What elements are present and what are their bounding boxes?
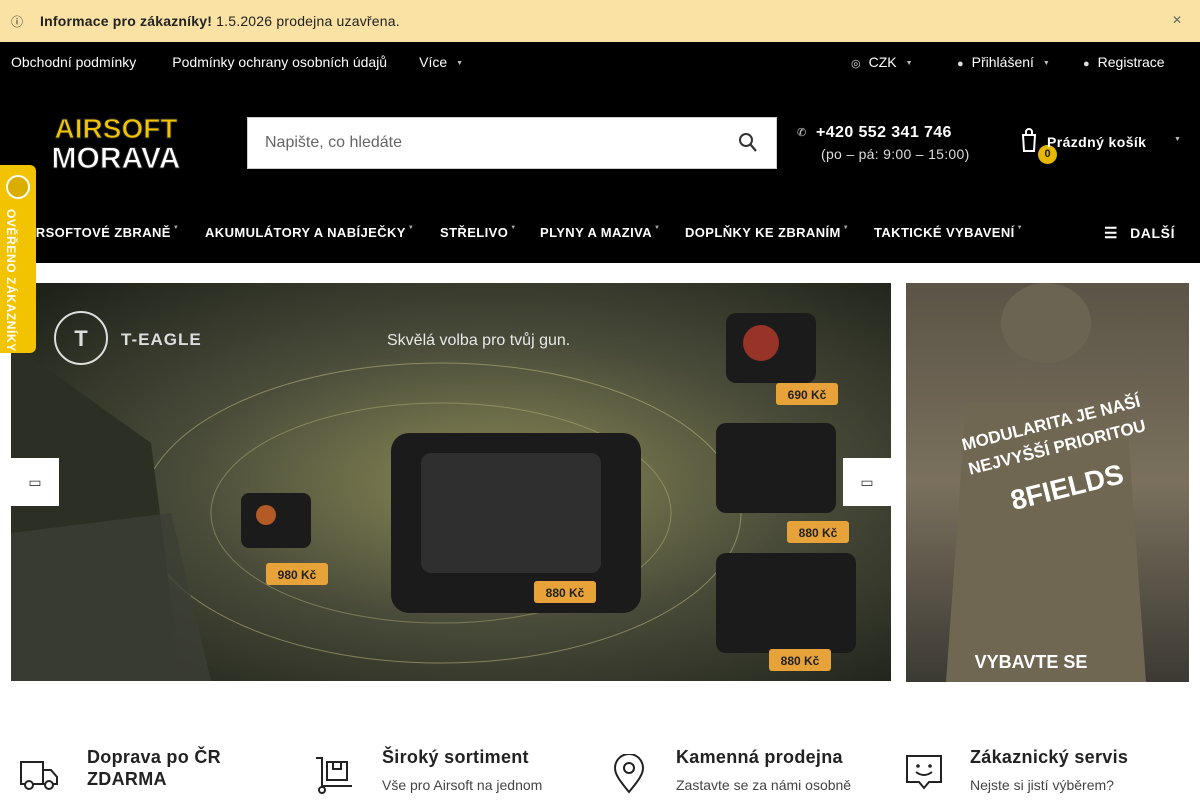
chevron-down-icon: ▼ xyxy=(1042,59,1050,67)
cart-label: Prázdný košík xyxy=(1047,134,1147,150)
price-tag: 880 Kč xyxy=(534,581,596,603)
chevron-down-icon: ▼ xyxy=(172,225,180,231)
close-icon[interactable]: ✕ xyxy=(1172,13,1182,27)
register-link[interactable]: ● Registrace xyxy=(1083,54,1165,70)
chevron-down-icon: ▼ xyxy=(456,59,464,67)
notice-text: Informace pro zákazníky! 1.5.2026 prodej… xyxy=(40,13,400,29)
nav-item-label: TAKTICKÉ VYBAVENÍ xyxy=(874,225,1015,240)
notice-title: Informace pro zákazníky! xyxy=(40,13,213,29)
verified-label: OVĚŘENO ZÁKAZNÍKY xyxy=(4,209,18,352)
location-pin-icon xyxy=(612,753,646,799)
hero-slider[interactable]: T T-EAGLE Skvělá volba pro tvůj gun. 690… xyxy=(11,283,891,681)
price-tag-label: 690 Kč xyxy=(788,388,827,402)
login-link[interactable]: ● Přihlášení ▼ xyxy=(957,54,1050,70)
hero-brand: T-EAGLE xyxy=(121,330,202,349)
nav-item-label: PLYNY A MAZIVA xyxy=(540,225,653,240)
nav-item-accessories[interactable]: DOPLŇKY KE ZBRANÍM ▼ xyxy=(685,225,849,240)
feature-title-line2: ZDARMA xyxy=(87,769,167,789)
logo-line1: AIRSOFT xyxy=(55,113,178,144)
register-label: Registrace xyxy=(1097,54,1165,70)
coins-icon: ◎ xyxy=(851,58,861,70)
side-banner-image: MODULARITA JE NAŠÍ NEJVYŠŠÍ PRIORITOU 8F… xyxy=(906,283,1189,682)
slider-prev-button[interactable]: ▭ xyxy=(11,458,59,506)
main-navigation: AIRSOFTOVÉ ZBRANĚ ▼ AKUMULÁTORY A NABÍJEČ… xyxy=(0,203,1200,263)
phone-icon: ✆ xyxy=(797,127,807,139)
logo-line2: MORAVA xyxy=(52,142,181,172)
info-notice-bar: ⓘ Informace pro zákazníky! 1.5.2026 prod… xyxy=(0,0,1200,42)
nav-more-label: DALŠÍ xyxy=(1130,225,1176,241)
price-tag: 980 Kč xyxy=(266,563,328,585)
hero-tagline: Skvělá volba pro tvůj gun. xyxy=(387,331,570,349)
hamburger-icon: ☰ xyxy=(1104,225,1119,242)
nav-item-tactical[interactable]: TAKTICKÉ VYBAVENÍ ▼ xyxy=(874,225,1023,240)
price-tag-label: 980 Kč xyxy=(278,568,317,582)
box-cart-icon xyxy=(314,754,354,799)
price-tag-label: 880 Kč xyxy=(799,526,838,540)
info-icon: ⓘ xyxy=(11,15,24,29)
user-plus-icon: ● xyxy=(1083,58,1090,70)
heureka-seal-icon xyxy=(6,175,30,199)
user-icon: ● xyxy=(957,58,964,70)
search-box xyxy=(247,117,777,169)
chevron-down-icon: ▼ xyxy=(407,225,415,231)
currency-select[interactable]: ◎ CZK ▼ xyxy=(851,54,913,70)
truck-icon xyxy=(19,756,59,797)
nav-item-label: AIRSOFTOVÉ ZBRANĚ xyxy=(22,225,171,240)
feature-title: Kamenná prodejna xyxy=(676,747,843,767)
chevron-left-icon: ▭ xyxy=(28,474,42,490)
price-tag: 880 Kč xyxy=(787,521,849,543)
nav-more-button[interactable]: ☰ DALŠÍ xyxy=(1104,224,1175,242)
feature-title: Široký sortiment xyxy=(382,747,529,767)
chevron-right-icon: ▭ xyxy=(860,474,874,490)
top-links: Obchodní podmínky Podmínky ochrany osobn… xyxy=(11,54,463,70)
feature-title: Doprava po ČR xyxy=(87,747,221,767)
support-chat-icon xyxy=(905,754,943,799)
site-logo[interactable]: AIRSOFT MORAVA xyxy=(40,110,192,176)
notice-message: 1.5.2026 prodejna uzavřena. xyxy=(216,13,400,29)
cart-icon xyxy=(1021,128,1037,158)
nav-item-label: AKUMULÁTORY A NABÍJEČKY xyxy=(205,225,406,240)
slider-next-button[interactable]: ▭ xyxy=(843,458,891,506)
nav-item-label: DOPLŇKY KE ZBRANÍM xyxy=(685,225,841,240)
chevron-down-icon: ▼ xyxy=(1174,136,1181,143)
price-tag-label: 880 Kč xyxy=(546,586,585,600)
feature-description: Zastavte se za námi osobně xyxy=(676,777,852,793)
price-tag: 880 Kč xyxy=(769,649,831,671)
nav-item-airsoft-guns[interactable]: AIRSOFTOVÉ ZBRANĚ ▼ xyxy=(22,225,179,240)
verified-customers-badge[interactable]: OVĚŘENO ZÁKAZNÍKY xyxy=(0,165,36,353)
feature-title: Zákaznický servis xyxy=(970,747,1129,767)
more-links-label: Více xyxy=(419,54,448,70)
side-banner-cta: VYBAVTE SE xyxy=(975,652,1088,672)
link-privacy[interactable]: Podmínky ochrany osobních údajů xyxy=(172,54,387,70)
opening-hours: (po – pá: 9:00 – 15:00) xyxy=(821,146,970,162)
phone-number: +420 552 341 746 xyxy=(816,124,952,141)
hero-banner-image: T T-EAGLE Skvělá volba pro tvůj gun. 690… xyxy=(11,283,891,681)
search-input[interactable] xyxy=(248,118,718,168)
feature-description: Vše pro Airsoft na jednom xyxy=(382,777,543,793)
nav-item-label: STŘELIVO xyxy=(440,225,509,240)
nav-item-ammo[interactable]: STŘELIVO ▼ xyxy=(440,225,517,240)
nav-item-gases[interactable]: PLYNY A MAZIVA ▼ xyxy=(540,225,660,240)
price-tag: 690 Kč xyxy=(776,383,838,405)
more-links-dropdown[interactable]: Více ▼ xyxy=(419,54,463,70)
svg-text:T: T xyxy=(74,326,88,351)
chevron-down-icon: ▼ xyxy=(654,225,661,231)
side-promo-banner[interactable]: MODULARITA JE NAŠÍ NEJVYŠŠÍ PRIORITOU 8F… xyxy=(906,283,1189,682)
nav-item-batteries[interactable]: AKUMULÁTORY A NABÍJEČKY ▼ xyxy=(205,225,414,240)
site-header: Obchodní podmínky Podmínky ochrany osobn… xyxy=(0,42,1200,203)
price-tag-label: 880 Kč xyxy=(781,654,820,668)
currency-label: CZK xyxy=(868,54,897,70)
features-strip: Doprava po ČR ZDARMA Široký sortiment Vš… xyxy=(0,740,1200,800)
chevron-down-icon: ▼ xyxy=(1016,225,1024,231)
chevron-down-icon: ▼ xyxy=(842,225,850,231)
feature-description: Nejste si jistí výběrem? xyxy=(970,777,1114,793)
chevron-down-icon: ▼ xyxy=(510,225,517,231)
search-icon[interactable] xyxy=(738,132,758,154)
link-terms[interactable]: Obchodní podmínky xyxy=(11,54,136,70)
chevron-down-icon: ▼ xyxy=(905,59,913,67)
login-label: Přihlášení xyxy=(971,54,1034,70)
